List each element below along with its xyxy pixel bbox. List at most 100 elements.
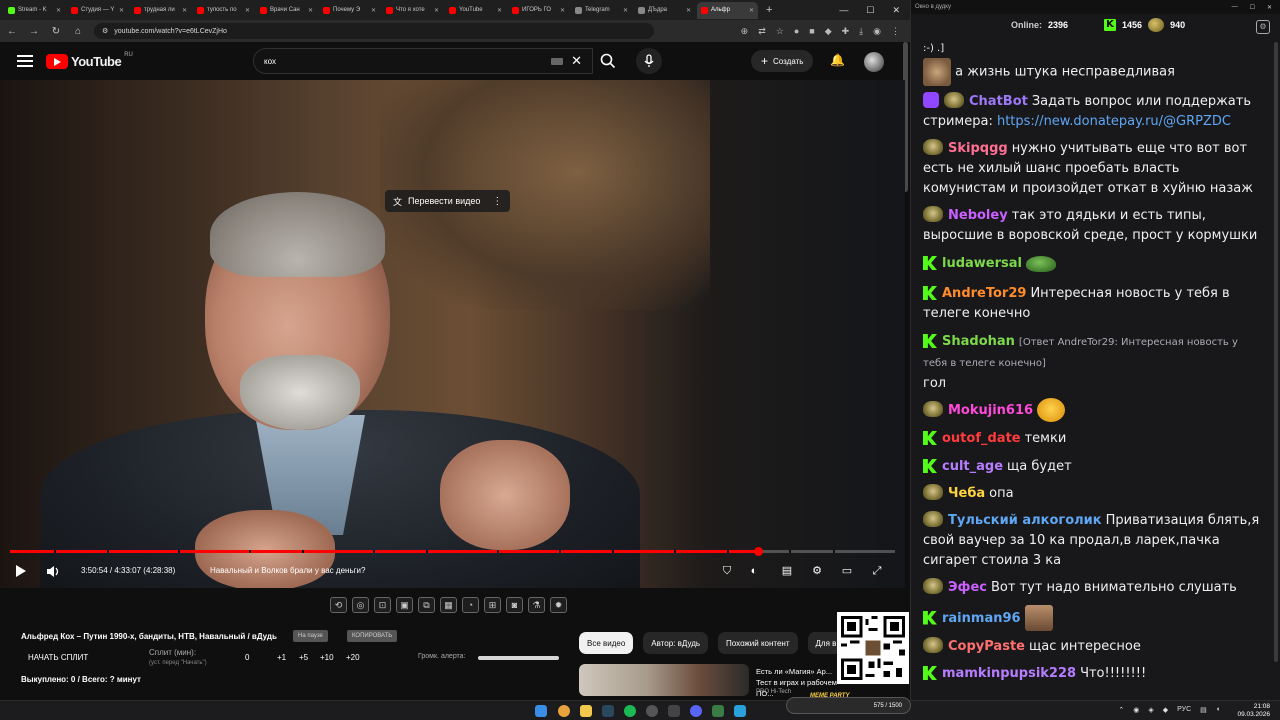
system-clock[interactable]: 21:08 09.03.2026	[1237, 703, 1270, 719]
tab-close-icon[interactable]: ✕	[749, 7, 754, 14]
chat-username[interactable]: rainman96	[942, 611, 1021, 626]
browser-tab[interactable]: Почему Э ✕	[319, 2, 380, 19]
tab-close-icon[interactable]: ✕	[434, 7, 439, 14]
create-button[interactable]: + Создать	[751, 50, 814, 72]
split-plus-1-button[interactable]: +1	[277, 653, 286, 662]
tab-close-icon[interactable]: ✕	[119, 7, 124, 14]
chat-settings-icon[interactable]: ⚙	[1256, 20, 1270, 34]
browser-tab[interactable]: тупость по ✕	[193, 2, 254, 19]
extension-icon[interactable]: ■	[809, 26, 814, 37]
hamburger-menu-icon[interactable]	[17, 55, 33, 67]
youtube-logo[interactable]: YouTube RU	[46, 52, 133, 69]
browser-tab[interactable]: Врачи Сан ✕	[256, 2, 317, 19]
spotify-icon[interactable]	[624, 705, 636, 717]
settings-gear-icon[interactable]: ⚙	[810, 564, 824, 578]
browser-tab[interactable]: Студия — Y ✕	[67, 2, 128, 19]
browser-tab[interactable]: трудная ли ✕	[130, 2, 191, 19]
split-plus-10-button[interactable]: +10	[320, 653, 334, 662]
extensions-puzzle-icon[interactable]: ✚	[842, 26, 850, 37]
more-options-icon[interactable]: ⋮	[492, 196, 502, 207]
chat-username[interactable]: Skipqgg	[948, 141, 1008, 156]
split-plus-20-button[interactable]: +20	[346, 653, 360, 662]
chat-username[interactable]: ludawersal	[942, 256, 1022, 271]
tab-close-icon[interactable]: ✕	[497, 7, 502, 14]
add-icon[interactable]: ⊞	[484, 597, 501, 613]
volume-icon[interactable]	[46, 565, 60, 578]
chat-username[interactable]: CopyPaste	[948, 639, 1025, 654]
chip-author[interactable]: Автор: вДудь	[643, 632, 709, 654]
chat-username[interactable]: Mokujin616	[948, 403, 1033, 418]
chat-username[interactable]: Shadohan	[942, 334, 1015, 349]
chat-username[interactable]: ChatBot	[969, 94, 1028, 109]
browser-tab-active[interactable]: Альфр ✕	[697, 1, 758, 19]
network-icon[interactable]: ▤	[1200, 706, 1207, 714]
chat-username[interactable]: outof_date	[942, 431, 1021, 446]
tab-close-icon[interactable]: ✕	[371, 7, 376, 14]
tab-close-icon[interactable]: ✕	[623, 7, 628, 14]
forward-icon[interactable]: →	[28, 26, 40, 37]
chat-username[interactable]: Эфес	[948, 580, 987, 595]
language-indicator[interactable]: РУС	[1177, 706, 1191, 714]
clear-search-icon[interactable]: ✕	[571, 53, 582, 69]
browser-tab[interactable]: Что я хоте ✕	[382, 2, 443, 19]
split-plus-5-button[interactable]: +5	[299, 653, 308, 662]
chat-username[interactable]: Тульский алкоголик	[948, 513, 1102, 528]
translate-page-icon[interactable]: ⇄	[758, 26, 766, 37]
tab-close-icon[interactable]: ✕	[245, 7, 250, 14]
reload-icon[interactable]: ↻	[50, 26, 62, 37]
browser-tab[interactable]: Stream - K ✕	[4, 2, 65, 19]
app-icon[interactable]	[712, 705, 724, 717]
alert-volume-slider[interactable]	[478, 656, 559, 660]
play-icon[interactable]	[16, 565, 26, 577]
autoplay-toggle-icon[interactable]: ◐	[747, 564, 761, 578]
speed-icon[interactable]: ◔	[462, 597, 479, 613]
close-window-icon[interactable]: ✕	[892, 5, 900, 16]
profile-icon[interactable]: ◉	[873, 26, 881, 37]
search-input[interactable]	[264, 56, 552, 66]
zoom-icon[interactable]: ⊕	[741, 26, 749, 37]
tab-close-icon[interactable]: ✕	[308, 7, 313, 14]
donation-link[interactable]: https://new.donatepay.ru/@GRPZDC	[997, 114, 1231, 129]
chat-username[interactable]: Neboley	[948, 208, 1008, 223]
tab-close-icon[interactable]: ✕	[182, 7, 187, 14]
browser-tab[interactable]: YouTube ✕	[445, 2, 506, 19]
notifications-bell-icon[interactable]: 🔔	[830, 53, 845, 67]
extension-settings-icon[interactable]: ✹	[550, 597, 567, 613]
url-field[interactable]: ⚙ youtube.com/watch?v=e6tLCevZjHo	[94, 23, 654, 39]
maximize-icon[interactable]: ☐	[866, 5, 874, 16]
back-icon[interactable]: ←	[6, 26, 18, 37]
tab-close-icon[interactable]: ✕	[560, 7, 565, 14]
video-player[interactable]: 文 Перевести видео ⋮	[0, 80, 905, 588]
picture-in-picture-icon[interactable]: ⧉	[418, 597, 435, 613]
chat-username[interactable]: mamkinpupsik228	[942, 666, 1076, 681]
chat-username[interactable]: cult_age	[942, 459, 1003, 474]
clip-icon[interactable]: ▣	[396, 597, 413, 613]
chip-all-videos[interactable]: Все видео	[579, 632, 634, 654]
cinema-icon[interactable]: ▦	[440, 597, 457, 613]
theater-mode-icon[interactable]: ▭	[840, 564, 854, 578]
tray-app-icon[interactable]: ◉	[1133, 706, 1139, 714]
obs-icon[interactable]	[646, 705, 658, 717]
tab-close-icon[interactable]: ✕	[686, 7, 691, 14]
start-split-button[interactable]: НАЧАТЬ СПЛИТ	[28, 653, 88, 662]
chip-similar[interactable]: Похожий контент	[718, 632, 798, 654]
browser-tab[interactable]: Telegram ✕	[571, 2, 632, 19]
chat-username[interactable]: Чеба	[948, 486, 985, 501]
browser-tab[interactable]: ДЪдра ✕	[634, 2, 695, 19]
avatar[interactable]	[864, 52, 884, 72]
discord-icon[interactable]	[690, 705, 702, 717]
speaker-icon[interactable]: ◖	[1216, 706, 1220, 714]
fullscreen-icon[interactable]: ⤢	[870, 564, 884, 578]
tab-close-icon[interactable]: ✕	[56, 7, 61, 14]
close-window-icon[interactable]: ✕	[1267, 4, 1272, 11]
shield-icon[interactable]: ⛉	[720, 564, 734, 578]
chat-scrollbar[interactable]	[1274, 42, 1278, 662]
voice-search-button[interactable]	[636, 48, 662, 74]
extension-icon[interactable]: ◆	[825, 26, 832, 37]
tray-app-icon[interactable]: ◈	[1148, 706, 1153, 714]
chapter-title[interactable]: Навальный и Волков брали у вас деньги?	[210, 566, 365, 575]
browser-tab[interactable]: ИГОРЬ ГО ✕	[508, 2, 569, 19]
flask-icon[interactable]: ⚗	[528, 597, 545, 613]
tray-app-icon[interactable]: ◆	[1163, 706, 1168, 714]
maximize-icon[interactable]: ☐	[1250, 4, 1255, 11]
